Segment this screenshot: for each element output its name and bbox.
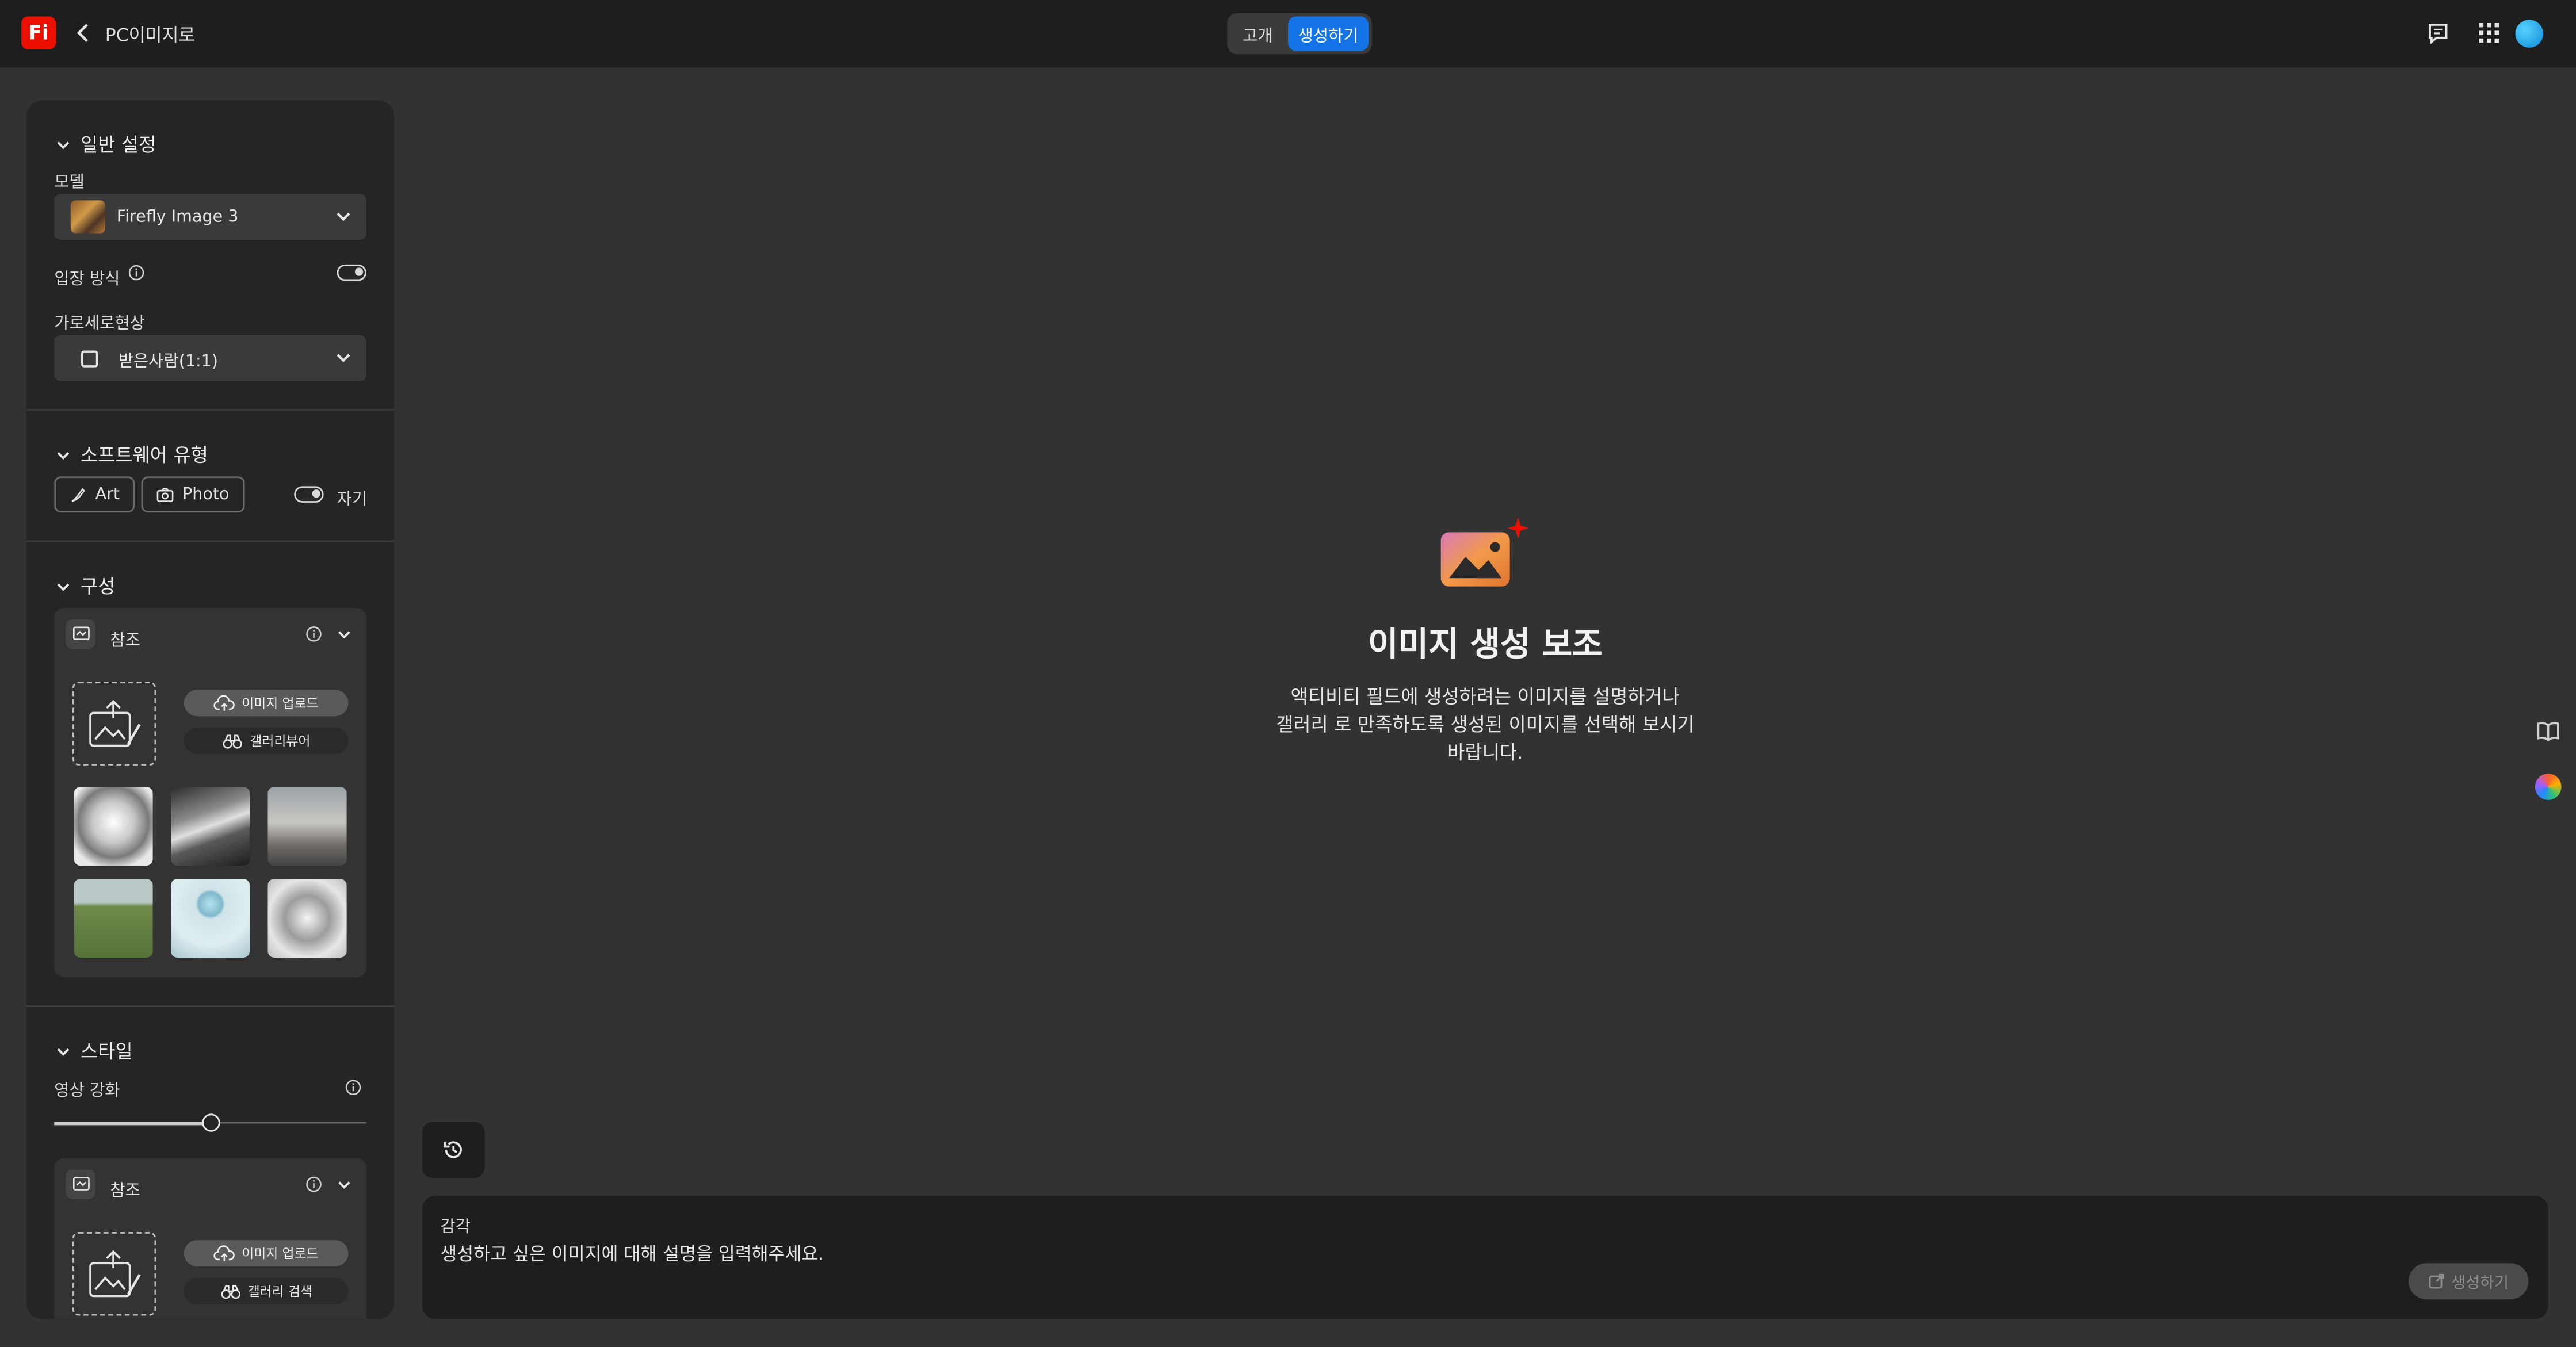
section-composition-title: 구성 <box>80 575 116 598</box>
tab-explore[interactable]: 고개 <box>1230 17 1285 51</box>
chevron-down-icon <box>57 583 70 591</box>
prompt-label: 감각 <box>440 1219 471 1237</box>
reference-title: 참조 <box>110 1183 140 1201</box>
upload-image-label: 이미지 업로드 <box>242 1246 319 1261</box>
chevron-down-icon[interactable] <box>337 1178 351 1193</box>
chevron-down-icon <box>337 212 350 221</box>
camera-icon <box>156 487 174 502</box>
user-avatar[interactable] <box>2515 20 2544 48</box>
art-label: Art <box>95 485 120 504</box>
divider <box>26 409 395 411</box>
info-icon[interactable] <box>128 265 145 281</box>
section-general-header[interactable]: 일반 설정 <box>56 131 156 158</box>
model-label: 모델 <box>54 174 85 193</box>
reference-thumbnail-sphere[interactable] <box>171 878 250 958</box>
reference-icon <box>66 619 95 649</box>
strength-label: 영상 강화 <box>54 1082 120 1101</box>
upload-image-button[interactable]: 이미지 업로드 <box>184 690 349 717</box>
image-upload-icon <box>88 1249 140 1296</box>
breadcrumb[interactable]: PC이미지로 <box>105 21 195 48</box>
color-palette-icon[interactable] <box>2535 774 2562 800</box>
book-icon[interactable] <box>2535 718 2562 744</box>
square-ratio-icon <box>81 350 98 367</box>
upload-image-label: 이미지 업로드 <box>242 695 319 711</box>
back-chevron-icon[interactable] <box>74 21 94 44</box>
info-icon[interactable] <box>305 1176 322 1193</box>
section-content-type-title: 소프트웨어 유형 <box>80 443 208 467</box>
image-upload-icon <box>88 699 140 747</box>
gallery-search-label: 갤러리 검색 <box>247 1283 313 1299</box>
binoculars-icon <box>223 734 243 748</box>
prompt-input[interactable] <box>440 1238 2363 1268</box>
history-button[interactable] <box>422 1122 485 1178</box>
history-icon <box>444 1141 462 1158</box>
chevron-down-icon <box>57 140 70 148</box>
description-line: 갤러리 로 만족하도록 생성된 이미지를 선택해 보시기 <box>1276 713 1695 736</box>
model-value: Firefly Image 3 <box>116 208 239 226</box>
info-icon[interactable] <box>305 626 322 642</box>
section-content-type-header[interactable]: 소프트웨어 유형 <box>56 442 208 468</box>
mode-switch: 고개 생성하기 <box>1227 13 1372 55</box>
feedback-icon[interactable] <box>2425 20 2451 46</box>
reference-thumbnail-living-room[interactable] <box>267 787 347 866</box>
empty-state-description: 액티비티 필드에 생성하려는 이미지를 설명하거나 갤러리 로 만족하도록 생성… <box>1262 683 1709 767</box>
cloud-upload-icon <box>213 694 235 710</box>
photo-label: Photo <box>182 485 230 504</box>
section-style-title: 스타일 <box>80 1039 133 1063</box>
model-dropdown[interactable]: Firefly Image 3 <box>54 194 366 240</box>
binoculars-icon <box>221 1284 240 1299</box>
style-reference-card: 참조 이미지 업로드 갤러리 검색 <box>54 1158 366 1319</box>
model-thumbnail <box>70 200 105 234</box>
section-general-title: 일반 설정 <box>80 133 156 156</box>
composition-reference-card: 참조 이미지 업로드 갤러리뷰어 <box>54 607 366 978</box>
gallery-label: 갤러리뷰어 <box>250 733 311 748</box>
chevron-down-icon <box>337 354 350 362</box>
chevron-down-icon[interactable] <box>337 627 351 642</box>
tab-generate[interactable]: 생성하기 <box>1288 16 1369 51</box>
firefly-logo[interactable]: Fi <box>21 16 56 49</box>
apps-grid-icon[interactable] <box>2476 20 2502 46</box>
info-icon[interactable] <box>345 1079 362 1096</box>
chevron-down-icon <box>57 1047 70 1055</box>
art-chip[interactable]: Art <box>54 476 135 513</box>
section-composition-header[interactable]: 구성 <box>56 573 115 600</box>
brush-icon <box>71 487 85 502</box>
description-line: 액티비티 필드에 생성하려는 이미지를 설명하거나 <box>1290 684 1680 708</box>
empty-state-title: 이미지 생성 보조 <box>1367 624 1603 664</box>
reference-thumbnail-mountains[interactable] <box>171 787 250 866</box>
photo-chip[interactable]: Photo <box>141 476 244 513</box>
generate-button[interactable]: 생성하기 <box>2408 1263 2529 1300</box>
image-generate-icon <box>1440 517 1529 587</box>
auto-toggle[interactable] <box>294 486 324 503</box>
divider <box>26 540 395 542</box>
aspect-label: 가로세로현상 <box>54 315 145 334</box>
aspect-value: 받은사람(1:1) <box>118 352 219 371</box>
gallery-search-button[interactable]: 갤러리 검색 <box>184 1277 349 1304</box>
reference-icon <box>66 1169 95 1199</box>
top-bar: Fi PC이미지로 고개 생성하기 <box>0 0 2576 68</box>
generate-label: 생성하기 <box>2451 1275 2509 1293</box>
settings-panel: 일반 설정 모델 Firefly Image 3 입장 방식 가로세로현상 받은… <box>26 100 395 1319</box>
prompt-box: 감각 생성하기 <box>422 1196 2548 1319</box>
cloud-upload-icon <box>213 1244 235 1261</box>
aspect-ratio-dropdown[interactable]: 받은사람(1:1) <box>54 335 366 381</box>
image-upload-dropzone[interactable] <box>72 1232 156 1316</box>
upload-image-button[interactable]: 이미지 업로드 <box>184 1240 349 1266</box>
mode-toggle[interactable] <box>337 264 366 281</box>
reference-thumbnail-sketch-bird[interactable] <box>74 787 153 866</box>
auto-label: 자기 <box>337 491 368 510</box>
divider <box>26 1005 395 1007</box>
generate-icon <box>2429 1273 2444 1289</box>
image-upload-dropzone[interactable] <box>72 682 156 766</box>
reference-thumbnail-owl[interactable] <box>267 878 347 958</box>
description-line: 바랍니다. <box>1447 741 1523 764</box>
reference-thumbnail-road[interactable] <box>74 878 153 958</box>
chevron-down-icon <box>57 451 70 459</box>
strength-slider-fill <box>54 1122 211 1124</box>
mode-label: 입장 방식 <box>54 271 120 289</box>
reference-title: 참조 <box>110 632 140 650</box>
gallery-button[interactable]: 갤러리뷰어 <box>184 728 349 754</box>
strength-slider-thumb[interactable] <box>201 1113 220 1132</box>
section-style-header[interactable]: 스타일 <box>56 1038 133 1065</box>
